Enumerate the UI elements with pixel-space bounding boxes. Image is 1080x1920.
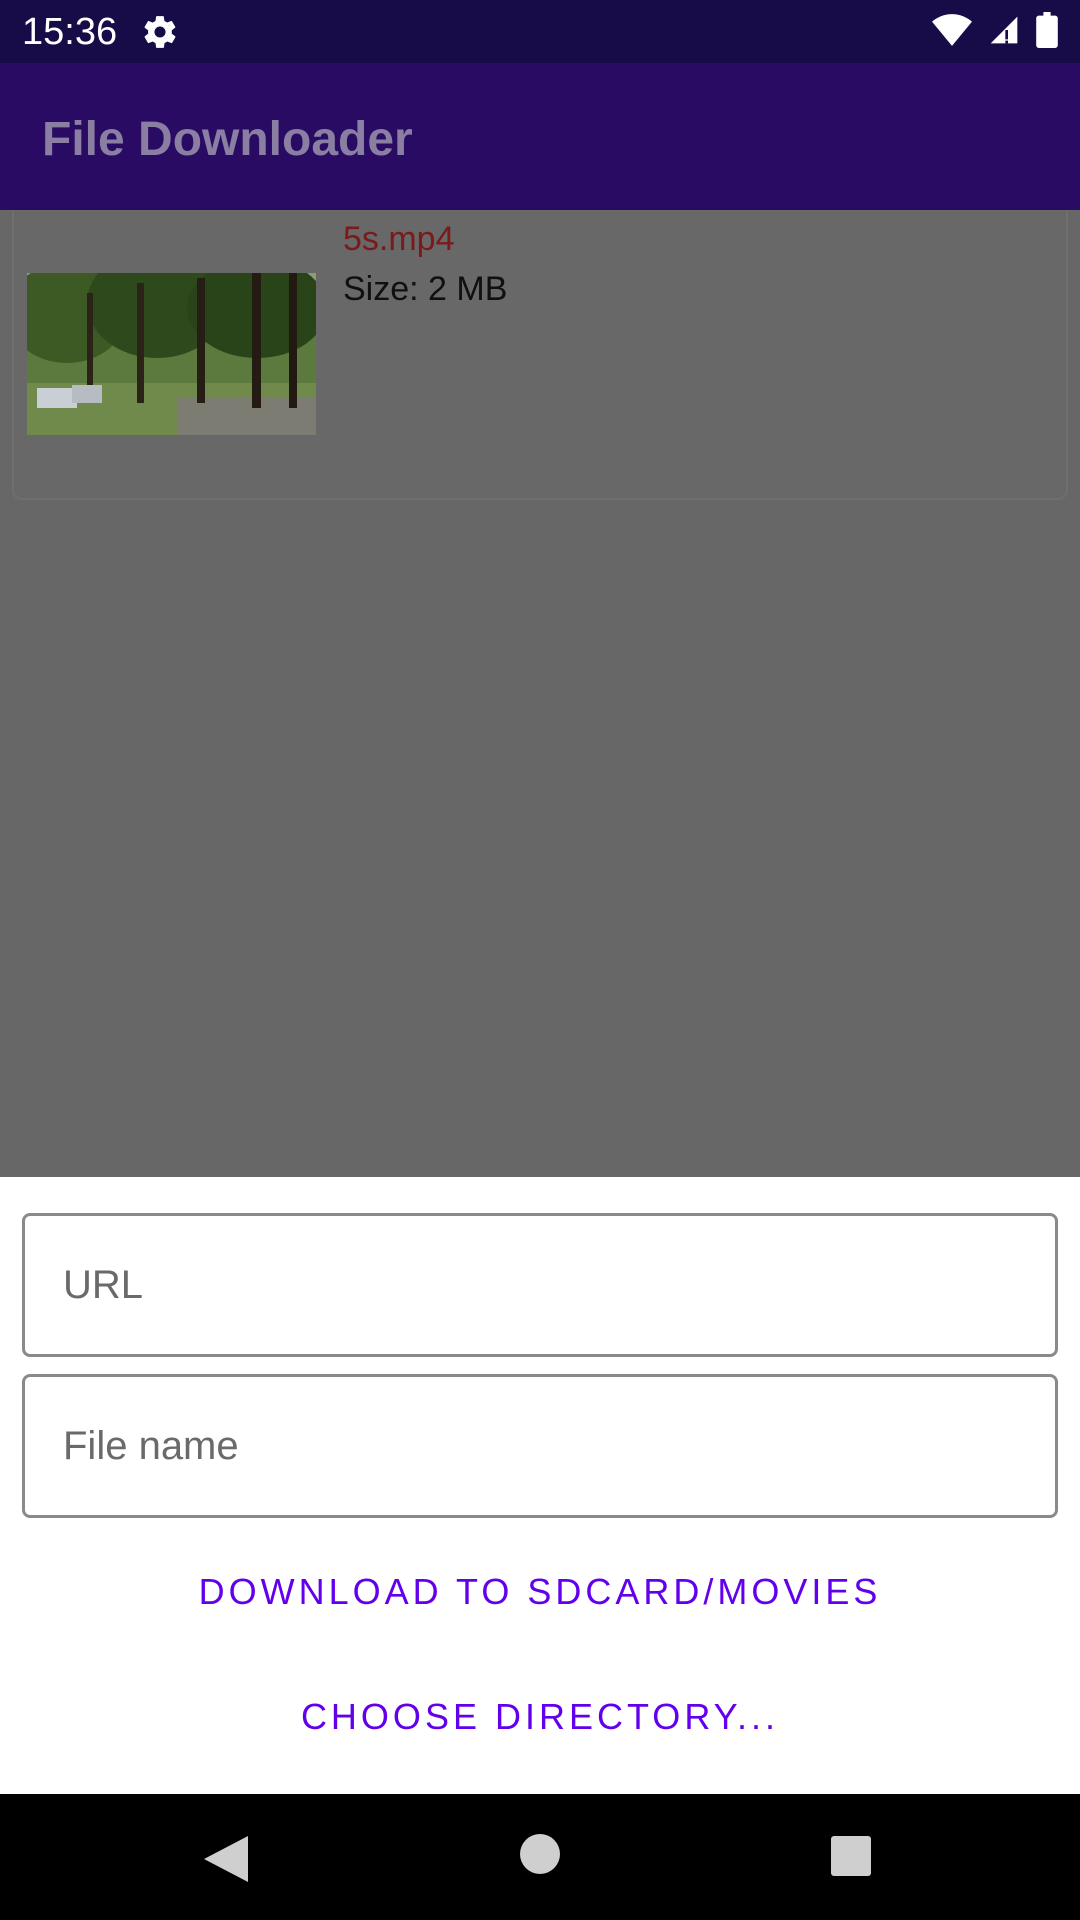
file-size: Size: 2 MB [343, 270, 508, 308]
battery-icon [1036, 11, 1058, 53]
gear-icon [141, 13, 179, 51]
app-title: File Downloader [42, 113, 413, 166]
file-name-field[interactable] [22, 1374, 1058, 1518]
home-icon[interactable] [520, 1834, 560, 1874]
status-bar: 15:36 [0, 0, 1080, 63]
download-sheet: DOWNLOAD TO SDCARD/MOVIES CHOOSE DIRECTO… [0, 1177, 1080, 1794]
download-item[interactable]: 5s.mp4 Size: 2 MB [12, 210, 1068, 500]
file-name-input[interactable] [63, 1377, 1013, 1515]
wifi-icon [932, 13, 972, 51]
url-field[interactable] [22, 1213, 1058, 1357]
recents-icon[interactable] [831, 1836, 871, 1876]
status-time: 15:36 [22, 11, 118, 53]
video-thumbnail [27, 273, 316, 435]
download-to-sdcard-button[interactable]: DOWNLOAD TO SDCARD/MOVIES [0, 1562, 1080, 1622]
back-icon[interactable] [204, 1836, 248, 1882]
downloads-list: 5s.mp4 Size: 2 MB [0, 210, 1080, 1177]
url-input[interactable] [63, 1216, 1013, 1354]
status-icons [932, 11, 1058, 53]
choose-directory-button[interactable]: CHOOSE DIRECTORY... [0, 1687, 1080, 1747]
signal-icon [988, 14, 1020, 51]
navigation-bar [0, 1794, 1080, 1920]
file-name: 5s.mp4 [343, 220, 455, 258]
